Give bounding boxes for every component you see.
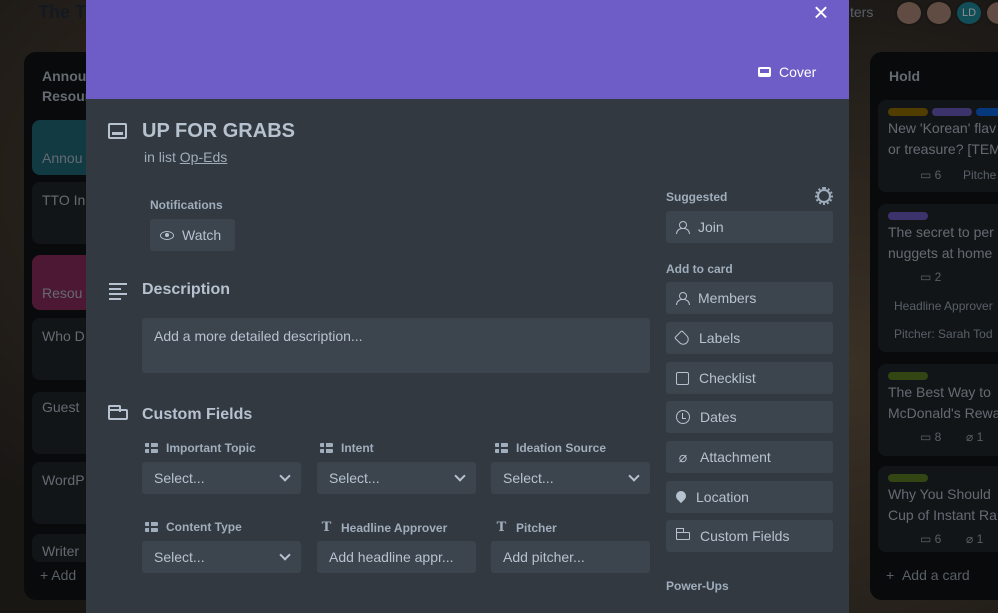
checklist-button[interactable]: Checklist [666,362,833,394]
field-label-important-topic: Important Topic [145,441,256,455]
text-field-icon: T [496,520,507,535]
dropdown-field-icon [145,522,158,532]
in-list-text: in list Op-Eds [144,149,228,165]
important-topic-select[interactable]: Select... [142,462,301,494]
custom-fields-title: Custom Fields [142,406,253,423]
cover-button[interactable]: Cover [758,58,816,86]
person-icon [676,291,690,305]
checklist-icon [676,371,689,385]
chevron-down-icon [628,470,640,482]
members-button[interactable]: Members [666,282,833,314]
suggested-label: Suggested [666,190,728,204]
chevron-down-icon [279,549,291,561]
headline-approver-input[interactable]: Add headline appr... [317,541,476,573]
content-type-select[interactable]: Select... [142,541,301,573]
power-ups-label: Power-Ups [666,579,729,593]
gear-icon[interactable] [815,187,833,205]
field-label-pitcher: T Pitcher [496,520,557,535]
cover-icon [758,67,771,77]
custom-fields-icon [675,528,690,540]
card-icon [108,123,127,139]
card-title[interactable]: UP FOR GRABS [142,120,295,143]
person-icon [676,220,690,234]
card-detail-modal: × Cover UP FOR GRABS in list Op-Eds Noti… [86,0,849,613]
add-to-card-label: Add to card [666,262,733,276]
location-pin-icon [676,491,686,504]
notifications-label: Notifications [150,198,223,212]
card-cover: × Cover [86,0,849,99]
field-label-content-type: Content Type [145,520,242,534]
text-field-icon: T [321,520,332,535]
dropdown-field-icon [320,443,333,453]
tag-icon [674,329,691,347]
custom-fields-button[interactable]: Custom Fields [666,520,833,552]
custom-fields-icon [108,405,128,420]
clock-icon [676,410,690,424]
paperclip-icon: ⌀ [678,449,688,465]
description-title: Description [142,281,231,298]
field-label-ideation-source: Ideation Source [495,441,606,455]
chevron-down-icon [279,470,291,482]
intent-select[interactable]: Select... [317,462,476,494]
ideation-source-select[interactable]: Select... [491,462,650,494]
join-button[interactable]: Join [666,211,833,243]
location-button[interactable]: Location [666,481,833,513]
field-label-intent: Intent [320,441,374,455]
dropdown-field-icon [145,443,158,453]
watch-button[interactable]: Watch [150,219,235,251]
labels-button[interactable]: Labels [666,322,833,354]
list-link[interactable]: Op-Eds [180,149,227,165]
close-button[interactable]: × [808,0,834,26]
eye-icon [160,230,174,240]
pitcher-input[interactable]: Add pitcher... [491,541,650,573]
description-input[interactable]: Add a more detailed description... [142,318,650,373]
chevron-down-icon [454,470,466,482]
dates-button[interactable]: Dates [666,401,833,433]
attachment-button[interactable]: ⌀ Attachment [666,441,833,473]
dropdown-field-icon [495,443,508,453]
field-label-headline-approver: T Headline Approver [321,520,448,535]
description-icon [109,283,127,303]
